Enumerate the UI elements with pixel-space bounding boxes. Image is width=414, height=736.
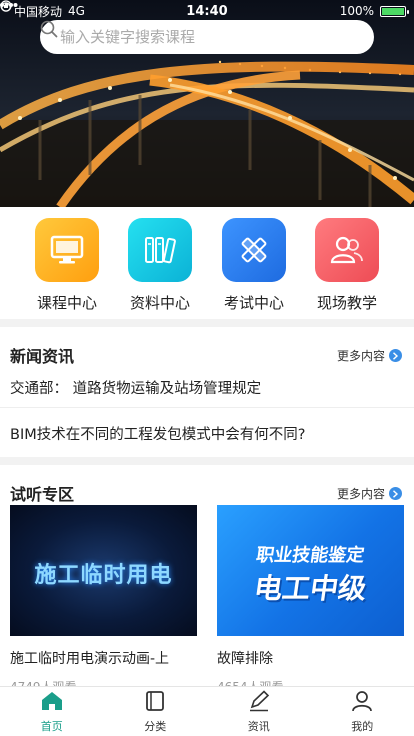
status-time: 14:40 (186, 3, 228, 19)
users-icon (315, 218, 379, 282)
trial-more-link[interactable]: 更多内容 (337, 485, 402, 502)
trial-section: 试听专区 更多内容 施工临时用电 施工临时用电演示动画-上 4749人观看 职业… (0, 465, 414, 686)
search-bar[interactable] (40, 20, 374, 54)
video-thumbnail: 职业技能鉴定 电工中级 (217, 505, 404, 636)
news-more-link[interactable]: 更多内容 (337, 347, 402, 364)
pencil-ruler-icon (222, 218, 286, 282)
tab-label: 资讯 (247, 719, 270, 733)
section-gap (0, 457, 414, 465)
quick-label: 考试中心 (223, 294, 284, 312)
thumbnail-text-top: 职业技能鉴定 (254, 545, 366, 566)
news-item[interactable]: 交通部： 道路货物运输及站场管理规定 (10, 377, 404, 398)
more-label: 更多内容 (336, 487, 385, 501)
quick-label: 资料中心 (129, 294, 190, 312)
more-label: 更多内容 (336, 349, 385, 363)
video-card[interactable]: 职业技能鉴定 电工中级 故障排除 4654人观看 (217, 505, 404, 686)
battery-icon (380, 5, 409, 17)
tab-news[interactable]: 资讯 (207, 687, 311, 736)
video-thumbnail: 施工临时用电 (10, 505, 197, 636)
news-item[interactable]: BIM技术在不同的工程发包模式中会有何不同? (10, 423, 404, 444)
quick-entry-grid: 课程中心 资料中心 考试中心 现场教学 (0, 207, 414, 319)
home-icon (40, 690, 64, 716)
video-title: 施工临时用电演示动画-上 (10, 651, 170, 667)
monitor-icon (35, 218, 99, 282)
book-icon (143, 690, 167, 716)
trial-title: 试听专区 (10, 485, 75, 504)
video-card[interactable]: 施工临时用电 施工临时用电演示动画-上 4749人观看 (10, 505, 197, 686)
tab-label: 我的 (351, 719, 374, 733)
news-divider (0, 407, 414, 408)
news-section: 新闻资讯 更多内容 交通部： 道路货物运输及站场管理规定 BIM技术在不同的工程… (0, 327, 414, 457)
quick-material-center[interactable]: 资料中心 (113, 218, 207, 313)
battery-fill (382, 7, 404, 15)
quick-label: 现场教学 (316, 294, 377, 312)
chevron-right-icon (389, 349, 402, 362)
tab-label: 分类 (144, 719, 167, 733)
thumbnail-text: 施工临时用电 (34, 563, 173, 588)
quick-onsite-teaching[interactable]: 现场教学 (300, 218, 394, 313)
tab-label: 首页 (40, 719, 63, 733)
chevron-right-icon (389, 487, 402, 500)
tab-mine[interactable]: 我的 (311, 687, 414, 736)
quick-course-center[interactable]: 课程中心 (20, 218, 114, 313)
quick-label: 课程中心 (36, 294, 97, 312)
view-count: 4749人观看 (10, 678, 197, 686)
bottom-tab-bar: 首页 分类 资讯 我的 (0, 686, 414, 736)
books-icon (128, 218, 192, 282)
thumbnail-text-bottom: 电工中级 (251, 572, 369, 605)
quick-exam-center[interactable]: 考试中心 (207, 218, 301, 313)
search-input[interactable] (58, 27, 328, 47)
status-bar: 中国移动 4G 14:40 100% (0, 0, 414, 22)
person-icon (350, 690, 374, 716)
tab-category[interactable]: 分类 (104, 687, 208, 736)
view-count: 4654人观看 (217, 678, 404, 686)
tab-home[interactable]: 首页 (0, 687, 104, 736)
hero-banner[interactable]: 中国移动 4G 14:40 100% (0, 0, 414, 207)
pencil-icon (247, 689, 271, 716)
news-title: 新闻资讯 (10, 347, 75, 366)
video-title: 故障排除 (217, 651, 273, 667)
section-gap (0, 319, 414, 327)
